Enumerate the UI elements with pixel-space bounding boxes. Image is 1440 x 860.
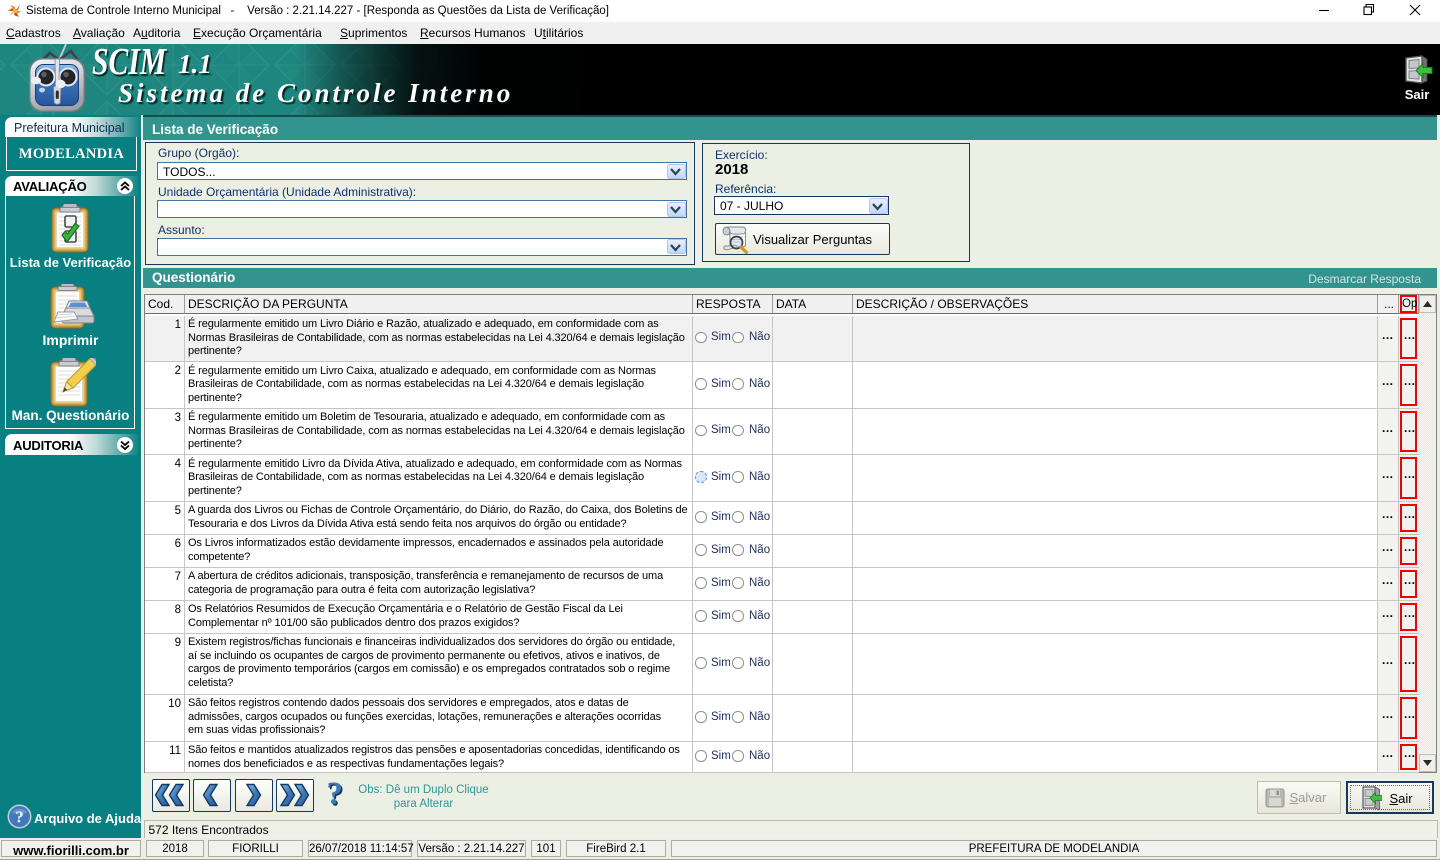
svg-text:?: ?	[15, 808, 24, 827]
